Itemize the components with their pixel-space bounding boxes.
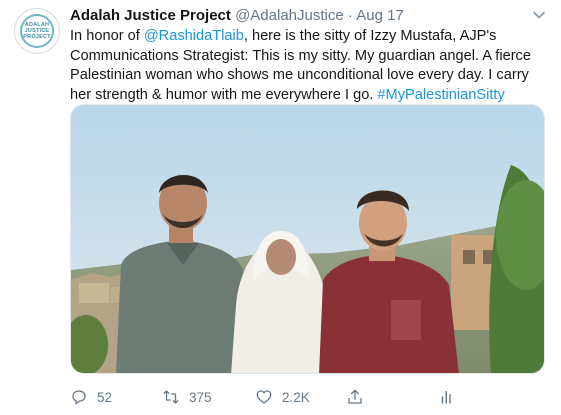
- tweet-text-line-1: In honor of @RashidaTlaib, here is the s…: [70, 27, 550, 47]
- tweet-date[interactable]: Aug 17: [356, 7, 404, 24]
- reply-button[interactable]: 52: [70, 386, 112, 408]
- share-icon: [348, 389, 362, 404]
- like-icon: [256, 390, 272, 404]
- share-button[interactable]: [346, 386, 364, 408]
- avatar-logo-text: ADALAH JUSTICE PROJECT: [15, 22, 59, 40]
- tweet[interactable]: ADALAH JUSTICE PROJECT Adalah Justice Pr…: [0, 0, 561, 415]
- analytics-icon: [441, 391, 451, 404]
- tweet-header: Adalah Justice Project @AdalahJustice · …: [70, 6, 404, 26]
- tweet-text-line-4: her strength & humor with me everywhere …: [70, 86, 550, 106]
- text-segment: In honor of: [70, 28, 144, 44]
- mention-link[interactable]: @RashidaTlaib: [144, 28, 244, 44]
- like-count: 2.2K: [282, 389, 310, 405]
- avatar-logo-line-3: PROJECT: [23, 34, 51, 40]
- hashtag-link[interactable]: #MyPalestinianSitty: [377, 87, 504, 103]
- text-segment: , here is the sitty of Izzy Mustafa, AJP…: [243, 28, 497, 44]
- reply-count: 52: [97, 389, 113, 405]
- tweet-text-line-2: Communications Strategist: This is my si…: [70, 47, 531, 64]
- retweet-button[interactable]: 375: [162, 386, 212, 408]
- text-segment: her strength & humor with me everywhere …: [70, 86, 378, 103]
- retweet-icon: [163, 390, 179, 404]
- separator-dot: ·: [347, 7, 353, 24]
- tweet-actions: 52 375 2.2K: [70, 386, 540, 408]
- user-handle[interactable]: @AdalahJustice: [235, 7, 344, 24]
- chevron-down-icon[interactable]: [532, 8, 546, 22]
- building: [79, 283, 109, 303]
- retweet-count: 375: [189, 389, 212, 405]
- avatar[interactable]: ADALAH JUSTICE PROJECT: [14, 8, 60, 54]
- tweet-photo[interactable]: [70, 104, 545, 374]
- building-window: [463, 250, 475, 264]
- display-name[interactable]: Adalah Justice Project: [70, 7, 231, 24]
- reply-icon: [72, 390, 86, 405]
- photo-illustration: [71, 105, 544, 373]
- tweet-text-line-3: Palestinian woman who shows me unconditi…: [70, 67, 529, 84]
- analytics-button[interactable]: [438, 386, 456, 408]
- like-button[interactable]: 2.2K: [255, 386, 310, 408]
- tweet-text: In honor of @RashidaTlaib, here is the s…: [70, 27, 550, 105]
